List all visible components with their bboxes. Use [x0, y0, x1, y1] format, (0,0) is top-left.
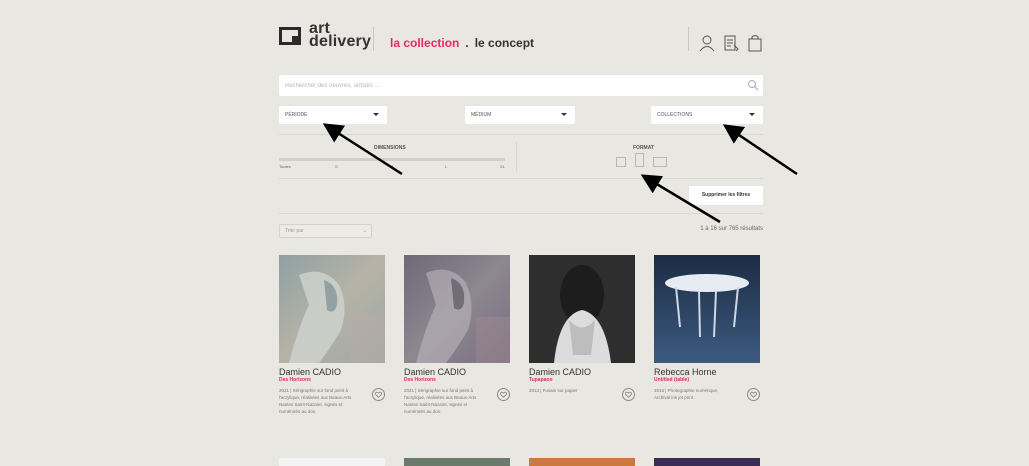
clear-filters-button[interactable]: Supprimer les filtres	[689, 186, 763, 205]
nav-separator: .	[465, 36, 469, 50]
format-square-icon[interactable]	[616, 157, 626, 167]
card-description: 2013 | Fusain sur papier	[529, 388, 578, 393]
favorite-button[interactable]	[622, 388, 635, 401]
product-card[interactable]: Damien CADIO Des Horizons 2021 | Sérigra…	[279, 255, 385, 415]
dimension-label-xl[interactable]: XL	[500, 164, 505, 169]
search-icon[interactable]	[747, 79, 759, 91]
artwork-image[interactable]	[404, 255, 510, 363]
card-description: 2021 | Sérigraphie sur fond peint à l'ac…	[279, 388, 352, 414]
card-title[interactable]: Tupapaoo	[529, 377, 635, 384]
nav-concept-link[interactable]: le concept	[475, 36, 534, 50]
chevron-down-icon	[561, 113, 567, 116]
logo-line-2: delivery	[309, 33, 372, 50]
card-artist[interactable]: Damien CADIO	[529, 367, 635, 377]
card-artist[interactable]: Rebecca Horne	[654, 367, 760, 377]
card-artist[interactable]: Damien CADIO	[279, 367, 385, 377]
favorite-button[interactable]	[372, 388, 385, 401]
heart-icon	[500, 391, 507, 398]
search-bar	[279, 75, 763, 96]
listing-divider	[279, 213, 763, 214]
main-nav: la collection . le concept	[390, 36, 534, 50]
user-icon[interactable]	[699, 34, 715, 52]
collections-dropdown[interactable]: COLLECTIONS	[651, 106, 763, 124]
dimension-label-m[interactable]: M	[390, 164, 393, 169]
dimension-label-toutes[interactable]: Toutes	[279, 164, 291, 169]
favorite-button[interactable]	[497, 388, 510, 401]
annotation-arrows	[322, 123, 798, 224]
dimension-label-l[interactable]: L	[445, 164, 447, 169]
page: art delivery la collection . le concept …	[0, 0, 1029, 466]
dimensions-slider[interactable]	[279, 158, 505, 161]
format-landscape-icon[interactable]	[653, 157, 667, 167]
artwork-image[interactable]	[654, 458, 760, 466]
sort-dropdown[interactable]: Trier par ⌄	[279, 224, 372, 238]
logo[interactable]: art delivery	[279, 21, 372, 50]
card-artist[interactable]: Damien CADIO	[404, 367, 510, 377]
card-title[interactable]: Des Horizons	[404, 377, 510, 384]
filters-vertical-divider	[516, 142, 517, 172]
favorite-button[interactable]	[747, 388, 760, 401]
filters-bottom-divider	[279, 178, 763, 179]
artwork-image[interactable]	[654, 255, 760, 363]
medium-dropdown[interactable]: MÉDIUM	[465, 106, 575, 124]
format-portrait-icon[interactable]	[635, 153, 644, 167]
artwork-image[interactable]	[529, 255, 635, 363]
results-count: 1 à 16 sur 765 résultats	[700, 226, 763, 232]
header-icons-divider	[688, 27, 689, 51]
product-card[interactable]: Rebecca Horne Untitled (table) 2015 | Ph…	[654, 255, 760, 401]
sort-label: Trier par	[285, 228, 304, 234]
heart-icon	[625, 391, 632, 398]
artwork-image[interactable]	[404, 458, 510, 466]
search-input[interactable]	[279, 75, 739, 96]
artwork-image[interactable]	[279, 458, 385, 466]
dimensions-title: DIMENSIONS	[374, 145, 406, 151]
nav-collection-link[interactable]: la collection	[390, 36, 459, 50]
header-icons	[699, 34, 763, 52]
artwork-image[interactable]	[529, 458, 635, 466]
product-card[interactable]: Damien CADIO Des Horizons 2021 | Sérigra…	[404, 255, 510, 415]
dimension-label-s[interactable]: S	[335, 164, 338, 169]
product-card[interactable]: Damien CADIO Tupapaoo 2013 | Fusain sur …	[529, 255, 635, 401]
chevron-down-icon	[749, 113, 755, 116]
artwork-image[interactable]	[279, 255, 385, 363]
card-title[interactable]: Untitled (table)	[654, 377, 760, 384]
periode-dropdown-label: PÉRIODE	[285, 112, 308, 118]
header-divider	[373, 27, 374, 51]
heart-icon	[750, 391, 757, 398]
heart-icon	[375, 391, 382, 398]
periode-dropdown[interactable]: PÉRIODE	[279, 106, 387, 124]
bag-icon[interactable]	[747, 34, 763, 52]
card-title[interactable]: Des Horizons	[279, 377, 385, 384]
collections-dropdown-label: COLLECTIONS	[657, 112, 693, 118]
card-description: 2015 | Photographie numérique, Archival …	[654, 388, 719, 400]
logo-mark-icon	[279, 27, 301, 45]
format-title: FORMAT	[633, 145, 655, 151]
chevron-down-icon: ⌄	[362, 228, 367, 234]
filters-divider	[279, 134, 763, 135]
chevron-down-icon	[373, 113, 379, 116]
card-description: 2021 | Sérigraphie sur fond peint à l'ac…	[404, 388, 477, 414]
cart-list-icon[interactable]	[723, 34, 739, 52]
medium-dropdown-label: MÉDIUM	[471, 112, 492, 118]
